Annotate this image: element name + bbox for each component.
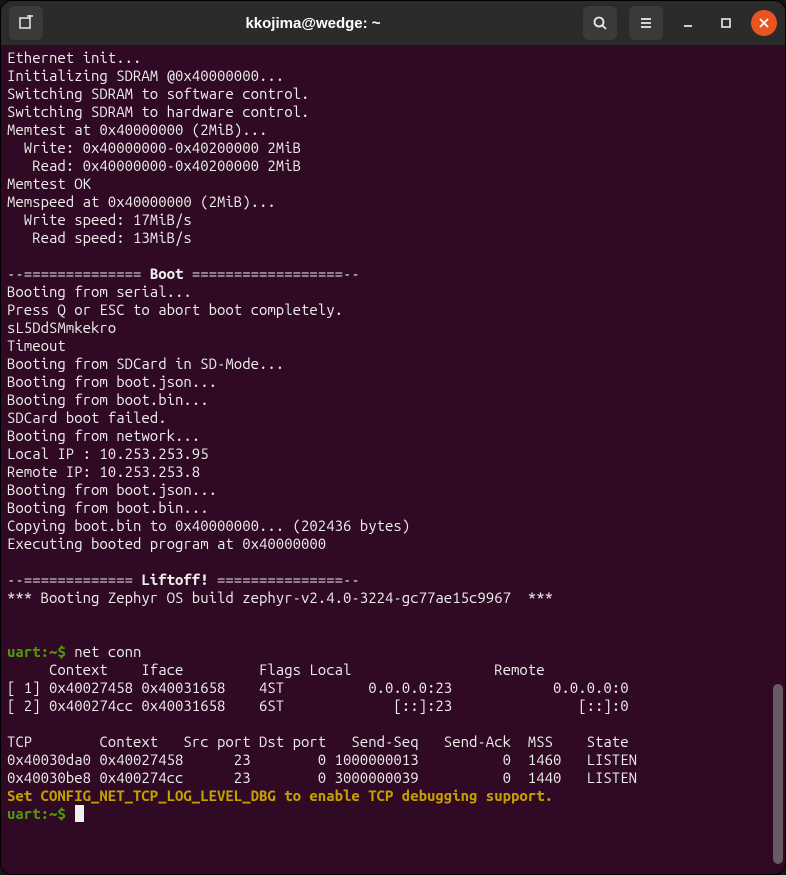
section-header: ==================-- xyxy=(183,265,359,282)
boot-log: Initializing SDRAM @0x40000000... xyxy=(7,67,284,84)
boot-log: Read: 0x40000000-0x40200000 2MiB xyxy=(7,157,301,174)
maximize-button[interactable] xyxy=(713,10,739,36)
terminal-window: kkojima@wedge: ~ Ethernet init... Initia… xyxy=(0,0,786,875)
menu-button[interactable] xyxy=(629,6,663,40)
boot-log: Booting from boot.json... xyxy=(7,373,217,390)
boot-log: SDCard boot failed. xyxy=(7,409,167,426)
close-button[interactable] xyxy=(751,10,777,36)
section-header: --============= xyxy=(7,571,141,588)
boot-log: Ethernet init... xyxy=(7,49,141,66)
boot-log: Write speed: 17MiB/s xyxy=(7,211,192,228)
boot-log: Switching SDRAM to hardware control. xyxy=(7,103,309,120)
tcp-row: 0x40030be8 0x400274cc 23 0 3000000039 0 … xyxy=(7,769,637,786)
boot-log: Memspeed at 0x40000000 (2MiB)... xyxy=(7,193,276,210)
boot-log: Booting from boot.bin... xyxy=(7,499,209,516)
prompt: uart:~$ xyxy=(7,805,74,822)
boot-log: Timeout xyxy=(7,337,66,354)
section-header: ===============-- xyxy=(209,571,360,588)
boot-log: Read speed: 13MiB/s xyxy=(7,229,192,246)
conn-row: [ 1] 0x40027458 0x40031658 4ST 0.0.0.0:2… xyxy=(7,679,629,696)
boot-log: Switching SDRAM to software control. xyxy=(7,85,309,102)
tcp-header: TCP Context Src port Dst port Send-Seq S… xyxy=(7,733,629,750)
section-header: --============== xyxy=(7,265,150,282)
zephyr-banner: *** Booting Zephyr OS build zephyr-v2.4.… xyxy=(7,589,553,606)
command: net conn xyxy=(74,643,141,660)
warning-line: Set CONFIG_NET_TCP_LOG_LEVEL_DBG to enab… xyxy=(7,787,553,804)
section-header-word: Liftoff! xyxy=(141,571,208,588)
boot-log: sL5DdSMmkekro xyxy=(7,319,116,336)
boot-log: Memtest at 0x40000000 (2MiB)... xyxy=(7,121,267,138)
boot-log: Executing booted program at 0x40000000 xyxy=(7,535,326,552)
boot-log: Remote IP: 10.253.253.8 xyxy=(7,463,200,480)
conn-header: Context Iface Flags Local Remote xyxy=(7,661,545,678)
titlebar-left-controls xyxy=(9,6,43,40)
boot-log: Press Q or ESC to abort boot completely. xyxy=(7,301,343,318)
minimize-button[interactable] xyxy=(675,10,701,36)
boot-log: Booting from network... xyxy=(7,427,200,444)
window-title: kkojima@wedge: ~ xyxy=(43,15,583,32)
boot-log: Copying boot.bin to 0x40000000... (20243… xyxy=(7,517,410,534)
section-header-word: Boot xyxy=(150,265,184,282)
boot-log: Write: 0x40000000-0x40200000 2MiB xyxy=(7,139,301,156)
new-tab-button[interactable] xyxy=(9,6,43,40)
scrollbar-thumb[interactable] xyxy=(773,684,783,864)
titlebar-right-controls xyxy=(583,6,777,40)
terminal-body[interactable]: Ethernet init... Initializing SDRAM @0x4… xyxy=(1,45,785,874)
conn-row: [ 2] 0x400274cc 0x40031658 6ST [::]:23 [… xyxy=(7,697,629,714)
cursor xyxy=(75,805,84,822)
tcp-row: 0x40030da0 0x40027458 23 0 1000000013 0 … xyxy=(7,751,637,768)
search-button[interactable] xyxy=(583,6,617,40)
boot-log: Booting from serial... xyxy=(7,283,192,300)
boot-log: Booting from SDCard in SD-Mode... xyxy=(7,355,284,372)
boot-log: Booting from boot.bin... xyxy=(7,391,209,408)
boot-log: Local IP : 10.253.253.95 xyxy=(7,445,209,462)
prompt: uart:~$ xyxy=(7,643,74,660)
boot-log: Booting from boot.json... xyxy=(7,481,217,498)
titlebar: kkojima@wedge: ~ xyxy=(1,1,785,45)
boot-log: Memtest OK xyxy=(7,175,91,192)
